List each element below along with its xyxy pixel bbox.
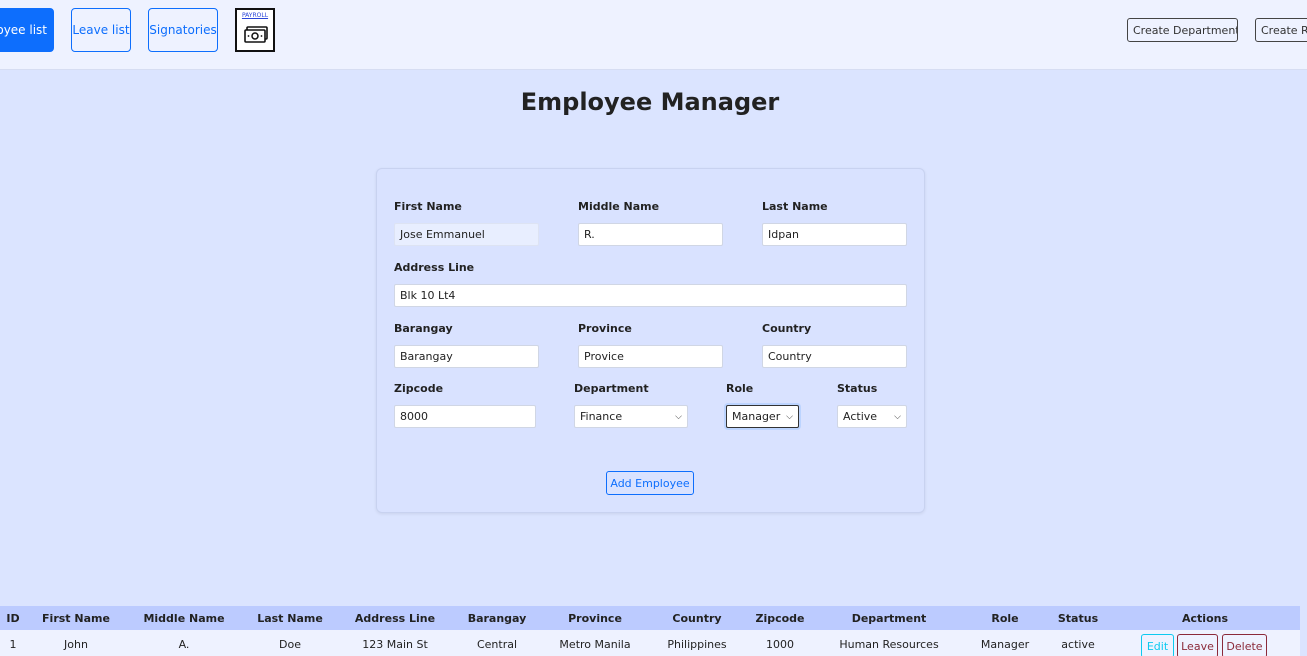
address-line-label: Address Line <box>394 261 475 274</box>
table-header-row: ID First Name Middle Name Last Name Addr… <box>0 606 1300 630</box>
province-label: Province <box>578 322 632 335</box>
first-name-field[interactable]: Jose Emmanuel <box>394 223 539 246</box>
country-label: Country <box>762 322 812 335</box>
status-select-value: Active <box>843 410 878 423</box>
first-name-label: First Name <box>394 200 462 213</box>
cell-role: Manager <box>980 638 1030 651</box>
department-label: Department <box>574 382 649 395</box>
add-employee-button[interactable]: Add Employee <box>606 471 694 495</box>
column-header-zipcode: Zipcode <box>755 612 805 625</box>
cell-first-name: John <box>64 638 88 651</box>
delete-button[interactable]: Delete <box>1222 634 1267 656</box>
column-header-address-line: Address Line <box>354 612 436 625</box>
edit-button[interactable]: Edit <box>1141 634 1174 656</box>
column-header-id: ID <box>6 612 20 625</box>
chevron-down-icon: ⌵ <box>894 411 901 422</box>
department-select-value: Finance <box>580 410 623 423</box>
column-header-department: Department <box>851 612 927 625</box>
barangay-field[interactable]: Barangay <box>394 345 539 368</box>
column-header-actions: Actions <box>1182 612 1228 625</box>
cell-id: 1 <box>9 638 17 651</box>
page-title: Employee Manager <box>520 88 780 116</box>
cell-address-line: 123 Main St <box>362 638 428 651</box>
cell-department: Human Resources <box>839 638 939 651</box>
column-header-status: Status <box>1057 612 1099 625</box>
chevron-down-icon: ⌵ <box>786 411 793 422</box>
leave-button[interactable]: Leave <box>1177 634 1218 656</box>
role-select[interactable]: Manager ⌵ <box>726 405 799 428</box>
column-header-country: Country <box>672 612 722 625</box>
cell-last-name: Doe <box>279 638 301 651</box>
create-department-button[interactable]: Create Department <box>1127 18 1238 42</box>
column-header-last-name: Last Name <box>257 612 323 625</box>
cell-zipcode: 1000 <box>766 638 794 651</box>
department-select[interactable]: Finance ⌵ <box>574 405 688 428</box>
signatories-button[interactable]: Signatories <box>148 8 218 52</box>
status-select[interactable]: Active ⌵ <box>837 405 907 428</box>
cell-country: Philippines <box>667 638 727 651</box>
money-icon <box>244 26 268 43</box>
employee-list-button[interactable]: Employee list <box>0 8 54 52</box>
province-field[interactable]: Provice <box>578 345 723 368</box>
role-select-value: Manager <box>732 410 781 423</box>
cell-middle-name: A. <box>178 638 190 651</box>
last-name-field[interactable]: Idpan <box>762 223 907 246</box>
column-header-province: Province <box>568 612 622 625</box>
address-line-field[interactable]: Blk 10 Lt4 <box>394 284 907 307</box>
column-header-middle-name: Middle Name <box>143 612 225 625</box>
last-name-label: Last Name <box>762 200 828 213</box>
role-label: Role <box>726 382 754 395</box>
cell-barangay: Central <box>476 638 518 651</box>
chevron-down-icon: ⌵ <box>675 411 682 422</box>
table-row: 1 John A. Doe 123 Main St Central Metro … <box>0 630 1300 656</box>
cell-province: Metro Manila <box>559 638 631 651</box>
column-header-barangay: Barangay <box>467 612 527 625</box>
top-navbar: Employee list Leave list Signatories PAY… <box>0 0 1307 70</box>
middle-name-field[interactable]: R. <box>578 223 723 246</box>
status-label: Status <box>837 382 878 395</box>
employee-form-card: First Name Jose Emmanuel Middle Name R. … <box>376 168 925 513</box>
zipcode-label: Zipcode <box>394 382 444 395</box>
create-role-button[interactable]: Create Role <box>1255 18 1307 42</box>
leave-list-button[interactable]: Leave list <box>71 8 131 52</box>
payroll-logo-link[interactable]: PAYROLL <box>235 8 275 52</box>
zipcode-field[interactable]: 8000 <box>394 405 536 428</box>
column-header-first-name: First Name <box>42 612 110 625</box>
payroll-logo-text: PAYROLL <box>241 12 269 19</box>
cell-status: active <box>1061 638 1095 651</box>
barangay-label: Barangay <box>394 322 453 335</box>
column-header-role: Role <box>991 612 1019 625</box>
middle-name-label: Middle Name <box>578 200 660 213</box>
country-field[interactable]: Country <box>762 345 907 368</box>
